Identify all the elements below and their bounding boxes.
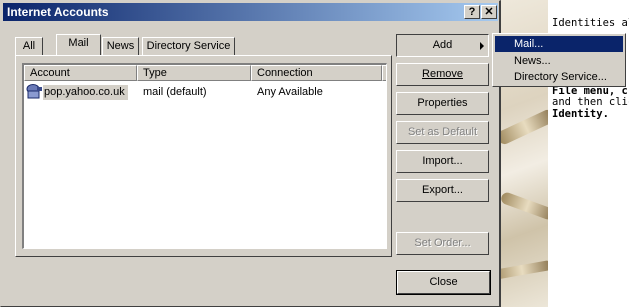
help-text-line: Identity. <box>552 108 609 120</box>
tab-mail[interactable]: Mail <box>56 34 101 55</box>
menu-item-label: Mail... <box>514 38 544 50</box>
column-label: Connection <box>257 67 313 79</box>
help-button[interactable]: ? <box>464 5 480 19</box>
internet-accounts-dialog: Internet Accounts ? ✕ All Mail News Dire… <box>0 0 501 307</box>
close-icon: ✕ <box>484 6 494 18</box>
button-label: Set as Default <box>407 126 478 138</box>
button-label: Properties <box>417 97 468 109</box>
add-popup-menu: Mail... News... Directory Service... <box>492 33 626 87</box>
tab-directory-service[interactable]: Directory Service <box>142 37 235 55</box>
column-header-connection[interactable]: Connection <box>251 65 382 81</box>
dialog-title: Internet Accounts <box>7 5 109 19</box>
account-type: mail (default) <box>143 86 207 98</box>
set-as-default-button[interactable]: Set as Default <box>396 121 489 144</box>
column-label: Type <box>143 67 167 79</box>
close-window-button[interactable]: ✕ <box>481 5 497 19</box>
button-label: Remove <box>422 68 463 80</box>
button-label: Export... <box>422 184 463 196</box>
menu-item-news[interactable]: News... <box>495 53 623 69</box>
title-bar[interactable]: Internet Accounts ? ✕ <box>3 3 498 21</box>
column-header-type[interactable]: Type <box>137 65 251 81</box>
column-label: Account <box>30 67 70 79</box>
button-label: Set Order... <box>414 237 471 249</box>
tab-label: Mail <box>68 37 89 49</box>
add-button[interactable]: Add <box>396 34 489 57</box>
set-order-button[interactable]: Set Order... <box>396 232 489 255</box>
tab-label: News <box>106 40 135 52</box>
submenu-arrow-icon <box>480 42 484 50</box>
tab-all[interactable]: All <box>15 37 43 55</box>
close-button[interactable]: Close <box>396 270 491 295</box>
tab-news[interactable]: News <box>102 37 139 55</box>
remove-button[interactable]: Remove <box>396 63 489 86</box>
menu-item-directory-service[interactable]: Directory Service... <box>495 69 623 85</box>
tab-label: All <box>22 40 36 52</box>
menu-item-mail[interactable]: Mail... <box>495 36 623 52</box>
help-icon: ? <box>468 6 476 18</box>
tab-label: Directory Service <box>146 40 231 52</box>
button-label: Close <box>429 276 458 288</box>
export-button[interactable]: Export... <box>396 179 489 202</box>
button-label: Add <box>432 39 453 51</box>
menu-item-label: News... <box>514 55 551 67</box>
accounts-list[interactable]: Account Type Connection pop.yahoo.co.uk … <box>22 63 387 249</box>
menu-item-label: Directory Service... <box>514 71 607 83</box>
import-button[interactable]: Import... <box>396 150 489 173</box>
button-label: Import... <box>422 155 463 167</box>
column-header-spacer <box>382 65 386 81</box>
help-text-line: Identities allo <box>552 17 629 29</box>
properties-button[interactable]: Properties <box>396 92 489 115</box>
column-header-account[interactable]: Account <box>24 65 137 81</box>
mail-account-icon <box>26 84 44 99</box>
account-connection: Any Available <box>257 86 323 98</box>
account-name: pop.yahoo.co.uk <box>44 86 125 98</box>
